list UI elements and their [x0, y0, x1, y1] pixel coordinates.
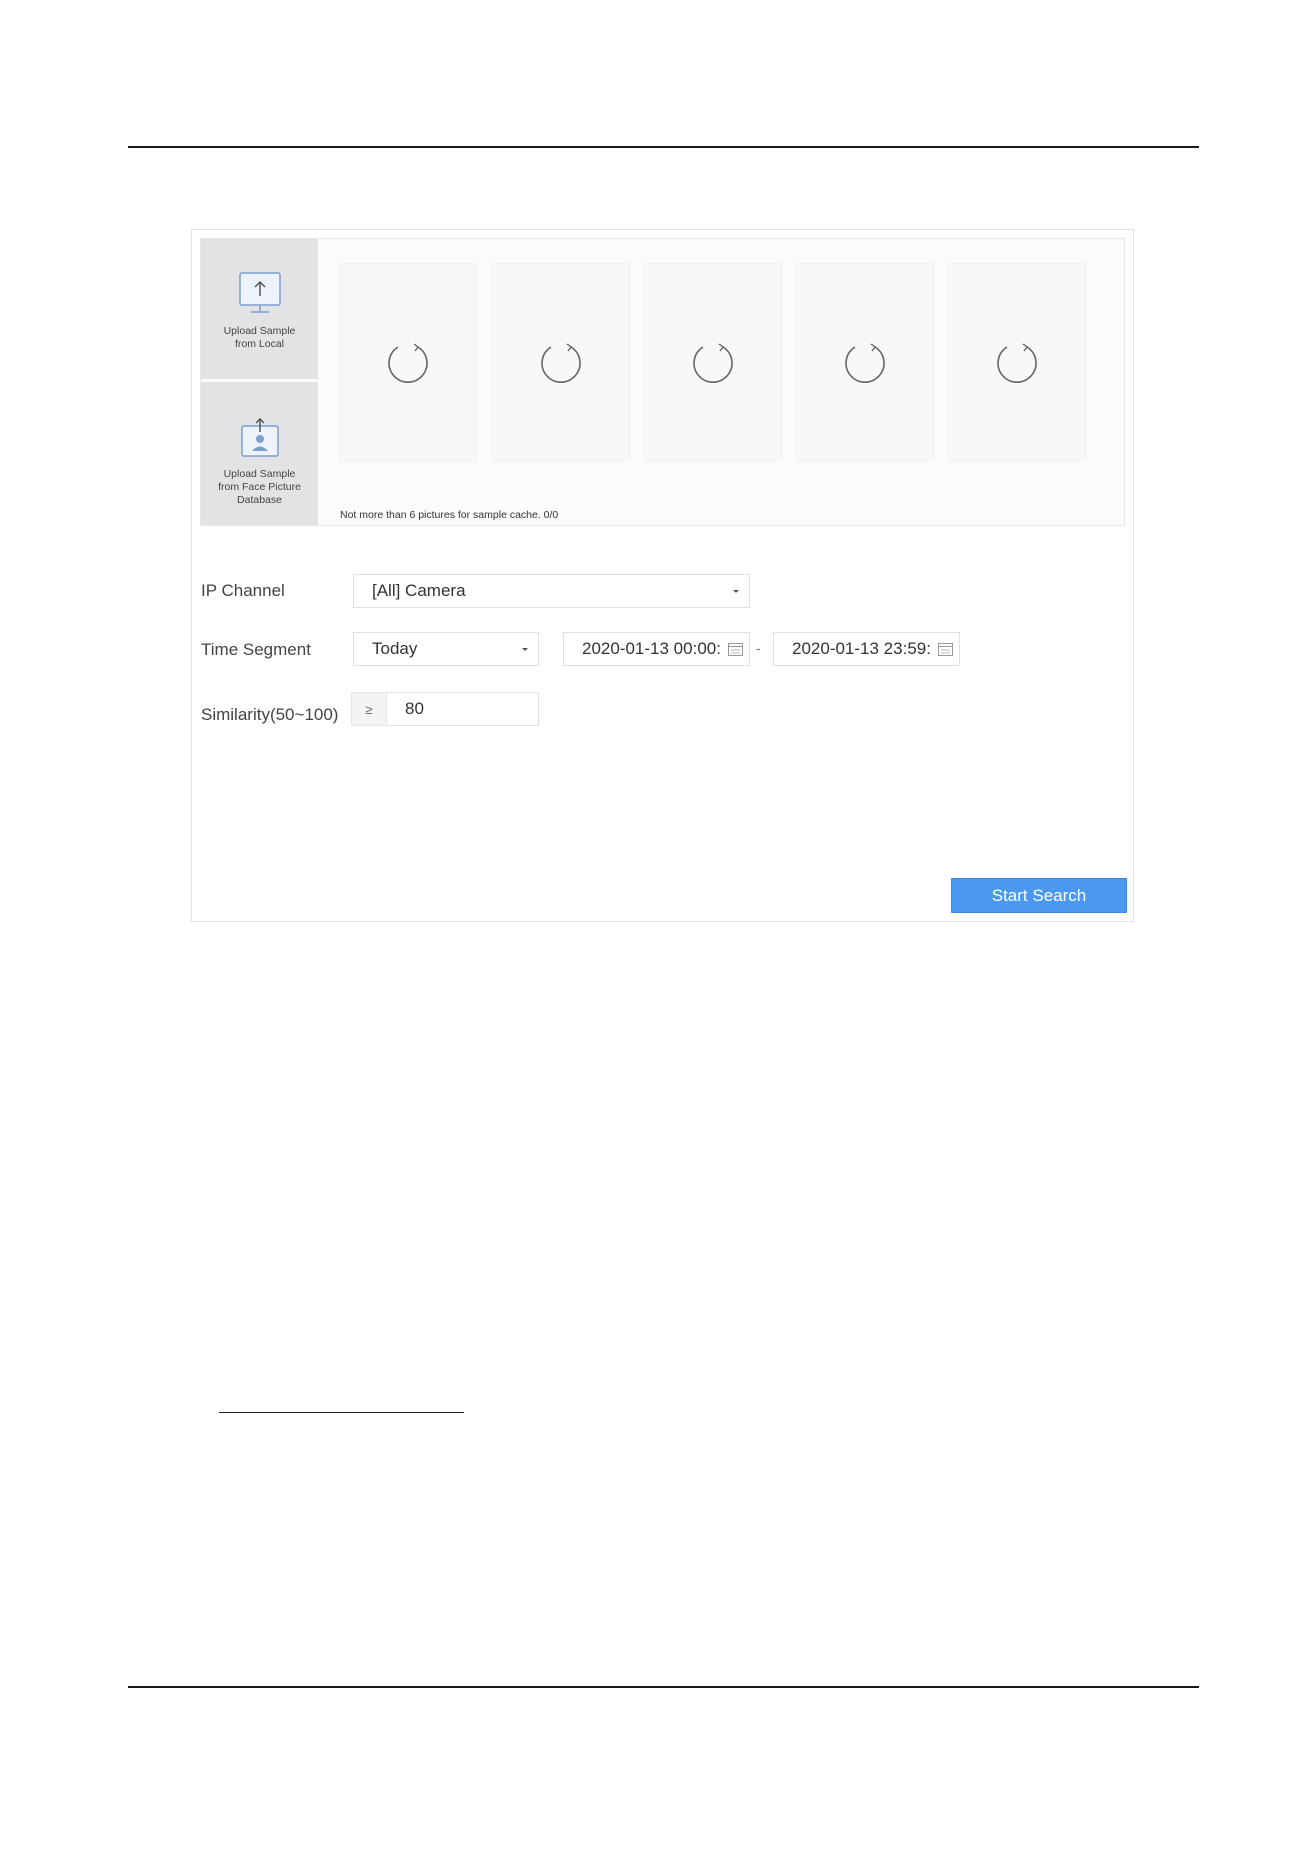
time-segment-value: Today — [372, 639, 418, 658]
footer-rule — [128, 1686, 1199, 1688]
ip-channel-label: IP Channel — [201, 581, 285, 600]
sample-slot[interactable] — [644, 263, 782, 461]
chevron-down-icon — [522, 648, 528, 651]
loading-spinner-icon — [845, 343, 885, 383]
calendar-icon[interactable] — [938, 642, 953, 656]
similarity-value: 80 — [405, 699, 424, 718]
sample-slot[interactable] — [492, 263, 630, 461]
upload-from-local-label: Upload Sample from Local — [223, 325, 296, 350]
similarity-label: Similarity(50~100) — [201, 705, 339, 724]
date-range-separator: - — [756, 640, 761, 656]
start-time-value: 2020-01-13 00:00: — [582, 639, 721, 658]
face-database-upload-icon — [240, 418, 279, 457]
upload-from-database-button[interactable]: Upload Sample from Face Picture Database — [201, 382, 318, 525]
similarity-input[interactable]: 80 — [387, 692, 539, 726]
greater-or-equal-badge: ≥ — [351, 692, 387, 726]
end-time-value: 2020-01-13 23:59: — [792, 639, 931, 658]
monitor-upload-icon — [238, 272, 281, 313]
upload-from-database-label: Upload Sample from Face Picture Database — [218, 468, 301, 506]
loading-spinner-icon — [541, 343, 581, 383]
sample-cache-note: Not more than 6 pictures for sample cach… — [340, 509, 559, 521]
time-segment-select[interactable]: Today — [353, 632, 539, 666]
upload-from-local-button[interactable]: Upload Sample from Local — [201, 239, 318, 379]
start-search-button[interactable]: Start Search — [951, 878, 1127, 913]
sample-slot[interactable] — [339, 263, 477, 461]
ip-channel-select[interactable]: [All] Camera — [353, 574, 750, 608]
sample-area: Upload Sample from Local Upload Sample f… — [200, 238, 1125, 526]
time-segment-label: Time Segment — [201, 640, 311, 659]
chevron-down-icon — [733, 590, 739, 593]
calendar-icon[interactable] — [728, 642, 743, 656]
loading-spinner-icon — [997, 343, 1037, 383]
sample-slot[interactable] — [948, 263, 1086, 461]
end-time-field[interactable]: 2020-01-13 23:59: — [773, 632, 960, 666]
loading-spinner-icon — [693, 343, 733, 383]
underline-rule — [219, 1412, 464, 1413]
loading-spinner-icon — [388, 343, 428, 383]
header-rule — [128, 146, 1199, 148]
start-time-field[interactable]: 2020-01-13 00:00: — [563, 632, 750, 666]
sample-slot[interactable] — [796, 263, 934, 461]
ip-channel-value: [All] Camera — [372, 581, 466, 600]
face-search-panel: Upload Sample from Local Upload Sample f… — [191, 229, 1134, 922]
